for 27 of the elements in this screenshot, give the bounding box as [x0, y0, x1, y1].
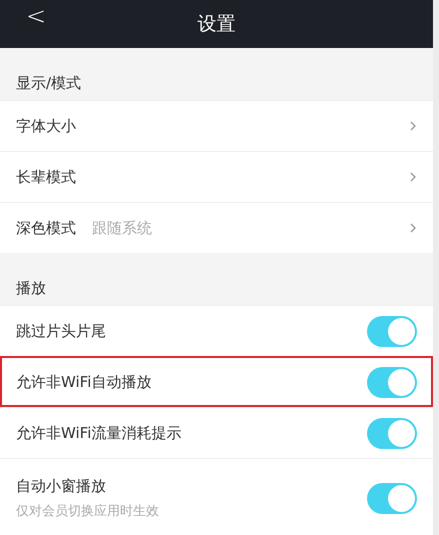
chevron-right-icon	[409, 120, 417, 132]
settings-row[interactable]: 深色模式 跟随系统	[0, 202, 433, 253]
settings-row[interactable]: 跳过片头片尾	[0, 305, 433, 356]
row-label: 跳过片头片尾	[16, 322, 106, 340]
settings-row[interactable]: 允许非WiFi自动播放	[0, 356, 433, 407]
row-label: 深色模式	[16, 218, 76, 238]
chevron-right-icon	[409, 171, 417, 183]
settings-row[interactable]: 允许非WiFi流量消耗提示	[0, 407, 433, 458]
settings-row[interactable]: 自动小窗播放 仅对会员切换应用时生效	[0, 458, 433, 535]
row-label: 长辈模式	[16, 168, 76, 186]
back-button[interactable]: <	[22, 2, 50, 30]
toggle-switch[interactable]	[367, 418, 417, 448]
toggle-switch[interactable]	[367, 483, 417, 514]
toggle-switch[interactable]	[367, 366, 417, 398]
section-title: 显示/模式	[15, 73, 82, 94]
row-subtitle: 仅对会员切换应用时生效	[16, 503, 160, 520]
toggle-switch[interactable]	[367, 316, 417, 346]
row-label: 字体大小	[16, 116, 76, 136]
page-title: 设置	[198, 12, 236, 37]
section-title: 播放	[15, 278, 47, 299]
row-label: 允许非WiFi自动播放	[16, 372, 152, 392]
settings-row[interactable]: 字体大小	[0, 100, 433, 151]
row-value: 跟随系统	[92, 218, 152, 238]
settings-row[interactable]: 长辈模式	[0, 151, 433, 202]
row-label: 允许非WiFi流量消耗提示	[16, 424, 182, 442]
row-label: 自动小窗播放	[16, 477, 106, 496]
chevron-right-icon	[409, 222, 417, 234]
